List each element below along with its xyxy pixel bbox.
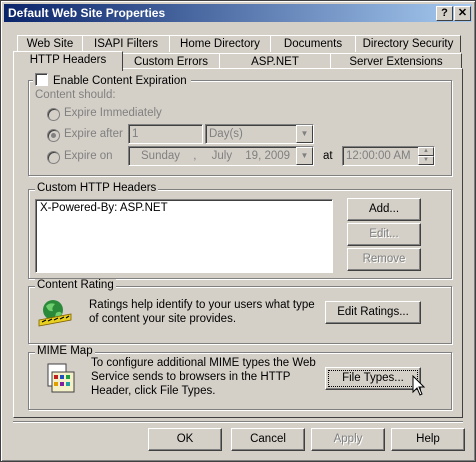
edit-ratings-button[interactable]: Edit Ratings... [325, 301, 421, 324]
help-title-button[interactable]: ? [436, 6, 453, 21]
custom-headers-group-label: Custom HTTP Headers [35, 182, 159, 194]
mime-map-group-label: MIME Map [35, 345, 95, 357]
expire-unit-dropdown[interactable]: Day(s) ▼ [205, 124, 314, 144]
custom-http-headers-group: Custom HTTP Headers X-Powered-By: ASP.NE… [28, 182, 452, 279]
content-expiration-group: Enable Content Expiration Content should… [28, 73, 452, 176]
add-header-button[interactable]: Add... [347, 198, 421, 221]
apply-button[interactable]: Apply [311, 428, 385, 451]
file-types-icon [42, 362, 78, 396]
enable-expiration-row[interactable]: Enable Content Expiration [33, 73, 191, 87]
tab-isapi-filters[interactable]: ISAPI Filters [82, 35, 170, 52]
date-month: July [211, 150, 233, 162]
mime-map-group: MIME Map To configure additional MIME ty… [28, 345, 452, 410]
footer-separator [13, 421, 463, 423]
expire-after-value-field[interactable]: 1 [128, 124, 203, 144]
expire-date-picker[interactable]: Sunday , July 19, 2009 ▼ [128, 146, 314, 166]
spin-up-icon[interactable]: ▲ [418, 147, 434, 156]
enable-expiration-checkbox[interactable] [35, 73, 48, 86]
cancel-button[interactable]: Cancel [231, 428, 305, 451]
content-rating-group: Content Rating Ratings help identify to … [28, 279, 452, 344]
close-button[interactable]: ✕ [454, 6, 471, 21]
content-rating-group-label: Content Rating [35, 279, 116, 291]
content-rating-description: Ratings help identify to your users what… [89, 299, 315, 325]
mime-map-description: To configure additional MIME types the W… [91, 357, 316, 397]
expire-time-field[interactable]: 12:00:00 AM ▲ ▼ [342, 146, 435, 166]
ratings-icon [38, 298, 72, 328]
date-rest: 19, 2009 [245, 150, 291, 162]
tab-directory-security[interactable]: Directory Security [355, 35, 461, 52]
remove-header-button[interactable]: Remove [347, 248, 421, 271]
file-types-button[interactable]: File Types... [325, 367, 421, 390]
properties-dialog: Default Web Site Properties ? ✕ Web Site… [0, 0, 476, 462]
window-title: Default Web Site Properties [8, 6, 166, 20]
content-should-label: Content should: [35, 89, 116, 101]
chevron-down-icon[interactable]: ▼ [296, 147, 313, 165]
at-label: at [323, 150, 333, 162]
mouse-pointer-icon [412, 374, 426, 397]
spin-down-icon[interactable]: ▼ [418, 156, 434, 165]
http-headers-panel: Enable Content Expiration Content should… [13, 68, 463, 418]
tab-home-directory[interactable]: Home Directory [169, 35, 271, 52]
date-day: Sunday [141, 150, 181, 162]
enable-expiration-label: Enable Content Expiration [53, 75, 187, 87]
edit-header-button[interactable]: Edit... [347, 223, 421, 246]
expire-unit-value: Day(s) [209, 128, 243, 140]
expire-after-radio[interactable] [47, 129, 60, 142]
expire-on-radio[interactable] [47, 151, 60, 164]
expire-on-label: Expire on [64, 150, 113, 162]
date-separator: , [193, 150, 197, 162]
chevron-down-icon[interactable]: ▼ [296, 125, 313, 143]
custom-headers-list[interactable]: X-Powered-By: ASP.NET [35, 199, 333, 273]
help-button[interactable]: Help [391, 428, 465, 451]
list-item[interactable]: X-Powered-By: ASP.NET [40, 202, 168, 214]
tab-documents[interactable]: Documents [270, 35, 356, 52]
expire-immediately-label: Expire Immediately [64, 107, 162, 119]
expire-immediately-radio[interactable] [47, 108, 60, 121]
ok-button[interactable]: OK [148, 428, 222, 451]
expire-after-label: Expire after [64, 128, 123, 140]
time-value: 12:00:00 AM [346, 150, 411, 162]
title-bar: Default Web Site Properties ? ✕ [4, 4, 472, 22]
tab-http-headers[interactable]: HTTP Headers [13, 51, 123, 71]
tab-web-site[interactable]: Web Site [17, 35, 83, 52]
